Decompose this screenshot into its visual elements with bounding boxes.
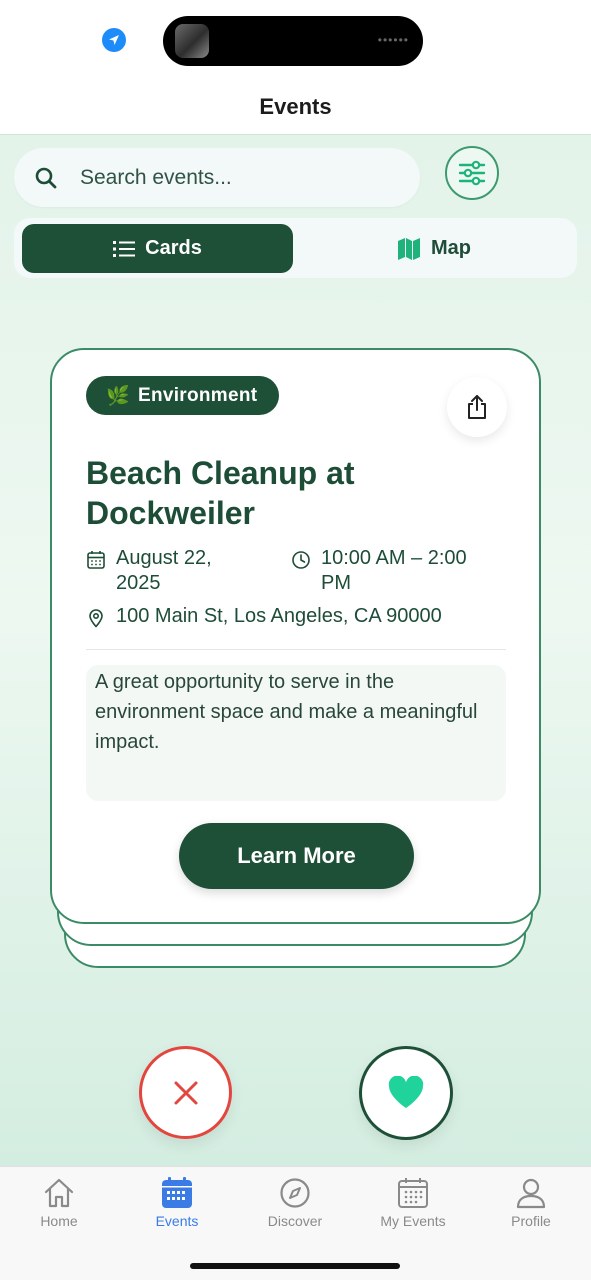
close-icon bbox=[174, 1081, 197, 1104]
cards-view-button[interactable]: Cards bbox=[22, 224, 293, 273]
leaf-icon: 🌿 bbox=[106, 385, 130, 407]
tab-events[interactable]: Events bbox=[122, 1177, 232, 1229]
home-icon bbox=[44, 1178, 74, 1208]
home-indicator[interactable] bbox=[190, 1263, 400, 1269]
map-icon bbox=[398, 237, 420, 260]
search-input[interactable] bbox=[80, 165, 380, 190]
page-title: Events bbox=[259, 94, 332, 119]
share-button[interactable] bbox=[447, 377, 507, 437]
calendar-icon bbox=[162, 1177, 192, 1208]
view-toggle: Cards Map bbox=[14, 218, 577, 278]
status-bar: •••••• bbox=[0, 0, 591, 80]
tab-discover-label: Discover bbox=[267, 1213, 323, 1229]
cards-view-label: Cards bbox=[145, 237, 202, 259]
list-icon bbox=[113, 240, 136, 257]
compass-icon bbox=[280, 1178, 310, 1208]
share-icon bbox=[468, 395, 486, 419]
location-arrow-icon bbox=[102, 28, 126, 52]
event-date: August 22, 2025 bbox=[86, 546, 266, 596]
event-card[interactable]: 🌿 Environment Beach Cleanup at Dockweile… bbox=[50, 348, 541, 924]
page-header: Events bbox=[0, 80, 591, 135]
learn-more-button[interactable]: Learn More bbox=[179, 823, 414, 889]
sliders-icon bbox=[458, 160, 486, 186]
event-time: 10:00 AM – 2:00 PM bbox=[291, 546, 491, 596]
category-label: Environment bbox=[137, 384, 258, 406]
like-button[interactable] bbox=[359, 1046, 453, 1140]
category-tag: 🌿 Environment bbox=[86, 376, 280, 415]
map-view-label: Map bbox=[431, 237, 471, 259]
tab-discover[interactable]: Discover bbox=[240, 1177, 350, 1229]
event-location: 100 Main St, Los Angeles, CA 90000 bbox=[86, 604, 506, 629]
search-icon bbox=[35, 167, 57, 188]
event-title: Beach Cleanup at Dockweiler bbox=[86, 455, 355, 531]
tab-my-events-label: My Events bbox=[380, 1213, 446, 1229]
main-content: Cards Map 🌿 Environment Beach Cleanup bbox=[0, 135, 591, 1166]
tab-profile[interactable]: Profile bbox=[476, 1177, 586, 1229]
audio-waveform-icon: •••••• bbox=[377, 33, 409, 47]
event-location-text: 100 Main St, Los Angeles, CA 90000 bbox=[116, 605, 442, 627]
tab-events-label: Events bbox=[155, 1213, 199, 1229]
tab-profile-label: Profile bbox=[511, 1213, 551, 1229]
person-icon bbox=[516, 1178, 546, 1209]
heart-icon bbox=[388, 1076, 424, 1108]
tab-home-label: Home bbox=[40, 1213, 78, 1229]
event-time-text: 10:00 AM – 2:00 PM bbox=[321, 547, 467, 594]
filter-button[interactable] bbox=[445, 146, 499, 200]
dynamic-island: •••••• bbox=[163, 16, 423, 66]
card-divider bbox=[86, 649, 506, 650]
pass-button[interactable] bbox=[139, 1046, 232, 1139]
event-date-text: August 22, 2025 bbox=[116, 547, 212, 594]
search-bar[interactable] bbox=[14, 148, 420, 207]
clock-icon bbox=[292, 551, 310, 569]
event-description: A great opportunity to serve in the envi… bbox=[86, 665, 506, 801]
tab-my-events[interactable]: My Events bbox=[358, 1177, 468, 1229]
location-pin-icon bbox=[89, 609, 103, 628]
calendar-icon bbox=[87, 551, 105, 569]
media-thumbnail bbox=[175, 24, 209, 58]
calendar-grid-icon bbox=[398, 1178, 428, 1208]
map-view-button[interactable]: Map bbox=[299, 224, 569, 273]
tab-home[interactable]: Home bbox=[4, 1177, 114, 1229]
